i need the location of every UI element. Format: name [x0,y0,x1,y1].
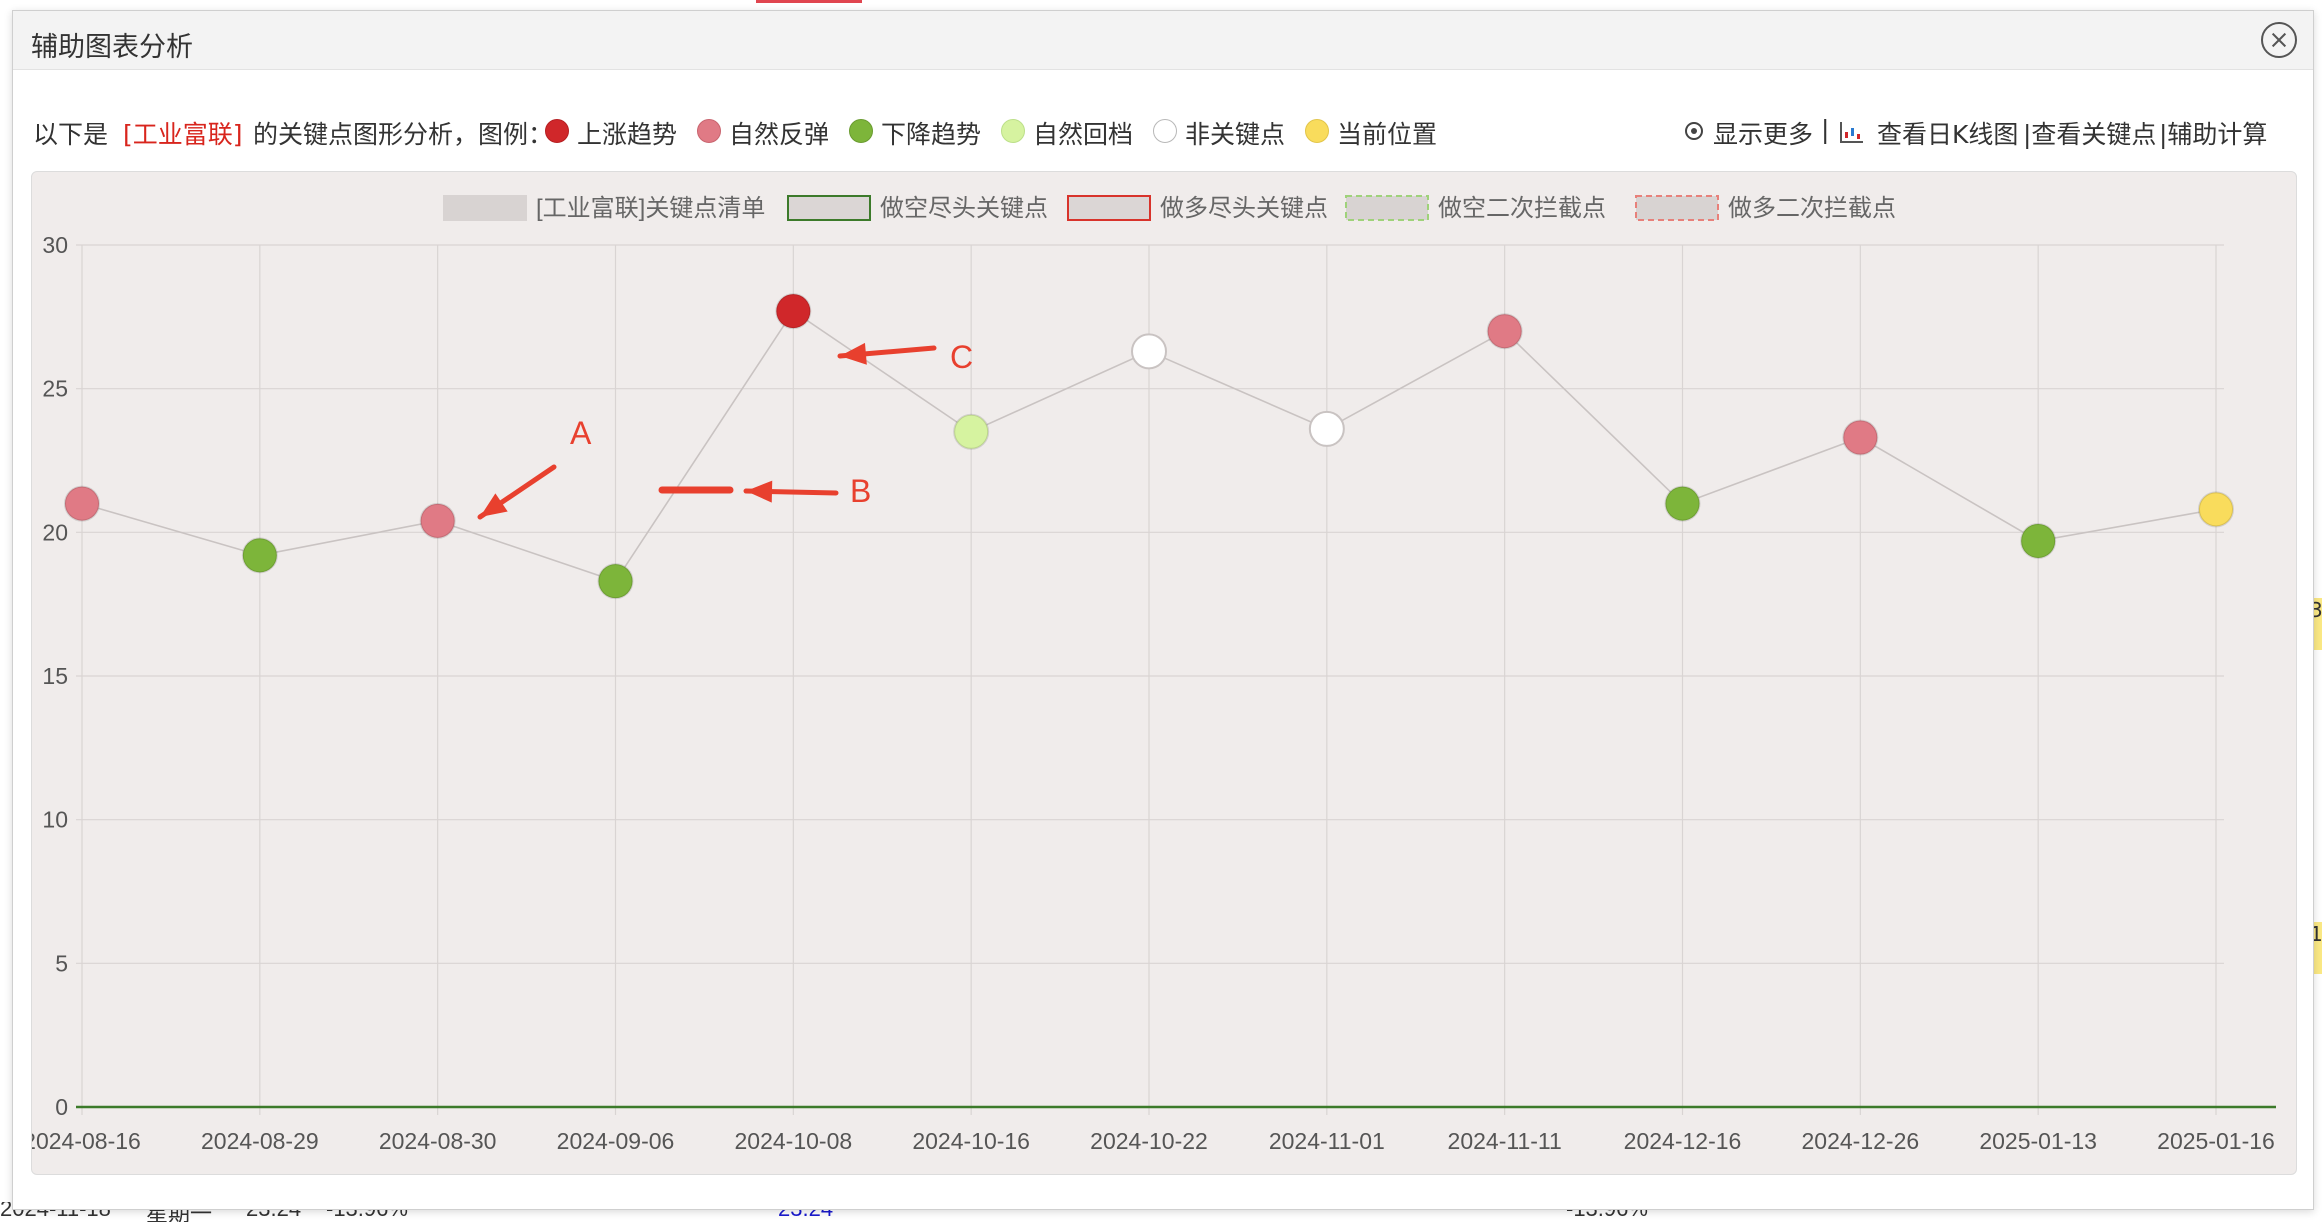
kline-chart-icon [1840,122,1863,143]
data-point [1842,419,1879,456]
data-point [953,413,990,450]
data-point [241,537,278,574]
x-tick-label: 2024-10-22 [1090,1128,1208,1154]
keypoint-line-chart: [工业富联]关键点清单 做空尽头关键点 做多尽头关键点 做空二次拦截点 做多二次拦截点 … [32,195,2276,1154]
stock-name: [工业富联] [123,120,243,149]
x-tick-label: 2024-12-26 [1802,1128,1920,1154]
chart-legend: [工业富联]关键点清单 做空尽头关键点 做多尽头关键点 做空二次拦截点 做多二次拦截点 [443,195,1896,222]
chart-grid [76,244,2224,1115]
legend-swatch [787,195,871,221]
legend-label-current: 当前位置 [1337,120,1438,149]
y-tick-label: 30 [42,232,68,258]
view-kline-link[interactable]: 查看日K线图 [1877,115,2018,151]
data-point [1664,485,1701,522]
legend-label-uptrend: 上涨趋势 [577,120,678,149]
y-tick-label: 0 [55,1094,68,1120]
y-tick-label: 15 [42,663,68,689]
legend-label-pullback: 自然回档 [1033,120,1134,149]
y-tick-label: 5 [55,950,68,976]
x-tick-label: 2025-01-13 [1979,1128,2097,1154]
legend-entry: 做多尽头关键点 [1160,195,1328,222]
x-tick-label: 2024-12-16 [1624,1128,1742,1154]
legend-dot-pullback [1001,119,1025,143]
y-tick-label: 10 [42,807,68,833]
data-point [1486,313,1523,350]
x-tick-label: 2024-08-29 [201,1128,319,1154]
x-tick-label: 2025-01-16 [2157,1128,2275,1154]
legend-label-rebound: 自然反弹 [729,120,830,149]
legend-swatch [443,195,527,221]
legend-dot-rebound [697,119,721,143]
info-suffix: 的关键点图形分析，图例： [253,120,554,149]
annotations: A B C [477,339,973,520]
x-tick-label: 2024-08-16 [32,1128,141,1154]
info-prefix: 以下是 [33,120,109,149]
legend-dot-uptrend [545,119,569,143]
chart-container: [工业富联]关键点清单 做空尽头关键点 做多尽头关键点 做空二次拦截点 做多二次拦截点 … [31,171,2297,1175]
legend-label-nonkey: 非关键点 [1185,120,1286,149]
legend-swatch [1345,195,1429,221]
legend-entry: 做空二次拦截点 [1438,195,1606,222]
annotation-label-b: B [850,473,871,509]
data-point [2198,491,2234,528]
view-keypoints-link[interactable]: |查看关键点 [2023,115,2156,151]
dialog-titlebar: 辅助图表分析 [13,11,2313,70]
legend-entry: 做多二次拦截点 [1728,195,1896,222]
close-icon[interactable] [2261,22,2297,58]
eye-icon [1685,122,1703,140]
chart-analysis-dialog: 辅助图表分析 以下是 [工业富联] 的关键点图形分析，图例： 上涨趋势 自然反弹… [12,10,2314,1210]
data-point [64,485,100,522]
x-tick-label: 2024-11-01 [1269,1128,1385,1154]
data-point [597,563,634,600]
annotation-arrow-a-head [480,493,508,517]
legend-label-downtrend: 下降趋势 [881,120,982,149]
data-point [2020,522,2057,559]
data-point [1308,410,1345,447]
info-bar: 以下是 [工业富联] 的关键点图形分析，图例： 上涨趋势 自然反弹 下降趋势 自… [13,115,2313,155]
data-point [419,502,456,539]
x-tick-label: 2024-09-06 [557,1128,675,1154]
y-tick-label: 25 [42,376,68,402]
legend-swatch [1635,195,1719,221]
legend-dot-current [1305,119,1329,143]
x-tick-label: 2024-10-08 [735,1128,853,1154]
legend-entry: 做空尽头关键点 [880,195,1048,222]
assist-calc-link[interactable]: |辅助计算 [2159,115,2267,151]
show-more-link[interactable]: 显示更多 [1713,115,1813,151]
legend-entry: [工业富联]关键点清单 [536,195,765,222]
data-point [1131,333,1167,370]
annotation-label-c: C [950,339,973,375]
annotation-label-a: A [570,415,592,451]
y-tick-label: 20 [42,519,68,545]
chart-axes: 0 5 10 15 20 25 30 2024-08-16 2024-08-29 2024-08-… [32,232,2276,1154]
legend-dot-downtrend [849,119,873,143]
legend-dot-nonkey [1153,119,1177,143]
x-tick-label: 2024-08-30 [379,1128,497,1154]
sheet-active-tab-marker [756,0,862,3]
legend-swatch [1067,195,1151,221]
data-point [775,293,812,330]
x-tick-label: 2024-11-11 [1448,1128,1562,1154]
separator: | [1821,115,1830,144]
dialog-title: 辅助图表分析 [31,32,193,63]
x-tick-label: 2024-10-16 [912,1128,1030,1154]
annotation-arrow-b-head [746,480,773,503]
